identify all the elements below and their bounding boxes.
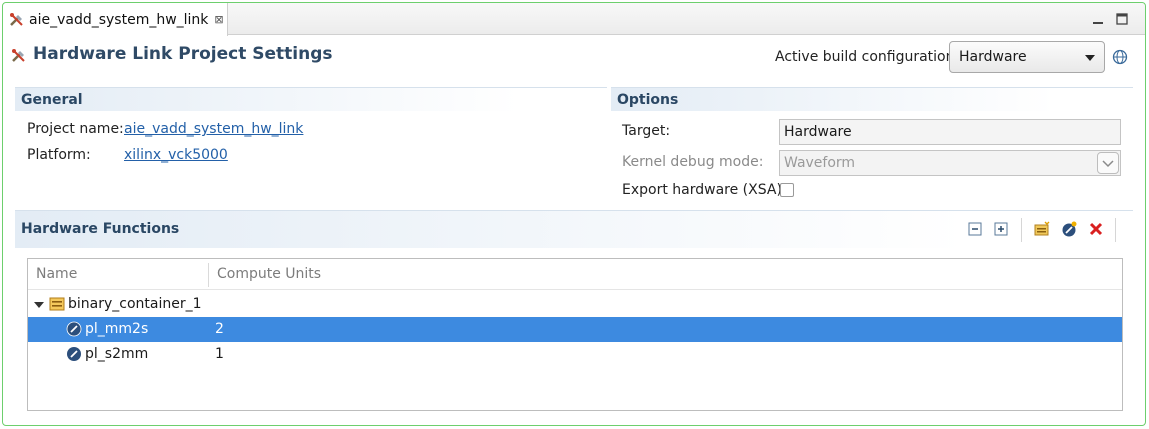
tree-row-cu: 1 [215,346,224,362]
function-icon [66,321,82,337]
tree-row-pl-s2mm[interactable]: pl_s2mm 1 [28,342,1122,367]
page-title: Hardware Link Project Settings [33,44,333,64]
build-config-label: Active build configuration: [775,49,960,65]
tools-icon [10,12,23,26]
globe-icon[interactable] [1112,49,1128,65]
tree-row-name: pl_mm2s [85,321,149,337]
chevron-down-icon [1085,55,1095,61]
remove-icon[interactable] [1088,221,1104,237]
hw-functions-title: Hardware Functions [21,221,180,237]
kernel-debug-value: Waveform [784,155,856,171]
tree-row-cu: 2 [215,321,224,337]
toolbar-separator [1115,218,1116,242]
platform-link[interactable]: xilinx_vck5000 [124,147,228,163]
kernel-debug-label: Kernel debug mode: [622,154,764,170]
editor-tab-label: aie_vadd_system_hw_link [29,11,209,28]
tree-row-binary-container[interactable]: binary_container_1 [28,292,1122,317]
target-label: Target: [622,123,671,139]
tools-icon [12,49,25,62]
toolbar-separator [1021,218,1022,242]
function-icon [67,347,81,361]
tree-row-name: pl_s2mm [85,346,149,362]
hw-functions-tree[interactable]: Name Compute Units binary_container_1 pl… [27,258,1123,411]
minimize-icon[interactable] [1091,12,1105,26]
build-config-select[interactable]: Hardware [949,41,1105,73]
editor-tab-bar: aie_vadd_system_hw_link ⊠ [3,3,1145,36]
add-function-icon[interactable] [1061,221,1077,237]
editor-header: Hardware Link Project Settings Active bu… [3,35,1145,79]
target-field[interactable]: Hardware [779,119,1121,145]
column-header-name[interactable]: Name [28,259,208,289]
options-section-title: Options [611,87,1133,111]
header-divider [28,289,1122,290]
project-name-link[interactable]: aie_vadd_system_hw_link [124,121,303,137]
export-xsa-checkbox[interactable] [780,183,794,197]
close-icon[interactable]: ⊠ [214,13,223,26]
editor-tab[interactable]: aie_vadd_system_hw_link ⊠ [3,3,228,36]
chevron-down-icon[interactable] [34,302,44,308]
chevron-down-icon [1097,152,1119,174]
tree-row-name: binary_container_1 [68,296,202,312]
column-header-compute-units[interactable]: Compute Units [209,259,509,289]
project-name-label: Project name: [27,121,124,137]
kernel-debug-select: Waveform [779,150,1121,176]
add-binary-container-icon[interactable] [1034,221,1050,237]
expand-all-icon[interactable] [993,221,1009,237]
tree-row-pl-mm2s[interactable]: pl_mm2s 2 [28,317,1122,342]
export-xsa-label: Export hardware (XSA): [622,182,787,198]
editor-frame: aie_vadd_system_hw_link ⊠ Hardware Link … [2,2,1146,426]
build-config-value: Hardware [959,49,1027,65]
general-section-title: General [15,87,607,111]
hw-functions-section-title: Hardware Functions [15,210,1133,248]
maximize-icon[interactable] [1115,12,1129,26]
container-icon [49,297,65,311]
platform-label: Platform: [27,147,91,163]
collapse-all-icon[interactable] [967,221,983,237]
